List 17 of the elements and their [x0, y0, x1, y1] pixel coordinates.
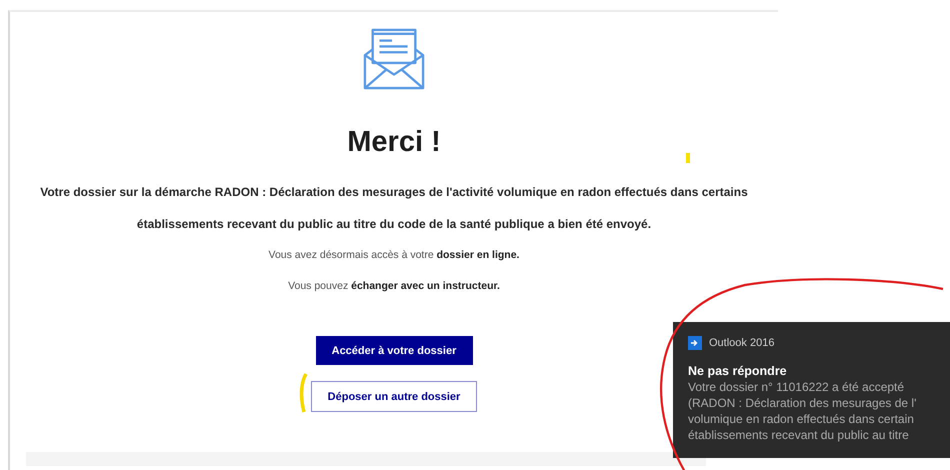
highlighter-mark	[298, 372, 308, 414]
confirmation-message: Votre dossier sur la démarche RADON : Déclaration des mesurages de l'activité volumique en radon effectués dans certains établissements recevant du public au titre du code de la santé publique a bien été envoyé.	[39, 184, 749, 233]
highlighter-mark	[686, 153, 690, 163]
notification-text: Votre dossier n° 11016222 a été accepté	[688, 379, 906, 395]
info-text: Vous pouvez échanger avec un instructeur.	[288, 279, 500, 294]
notification-toast[interactable]: Outlook 2016 Ne pas répondre Votre dossier n° 11016222 a été accepté (RADON : Déclaration des mesurages de l' volumique en radon effectués dans certain établissements recevant du public au titre	[673, 322, 950, 458]
notification-text: volumique en radon effectués dans certain	[688, 411, 915, 427]
notification-text: établissements recevant du public au titre	[688, 427, 910, 443]
access-file-button[interactable]: Accéder à votre dossier	[316, 336, 472, 365]
envelope-icon	[363, 28, 425, 92]
notification-app-name: Outlook 2016	[709, 337, 774, 349]
notification-text: (RADON : Déclaration des mesurages de l'	[688, 395, 918, 411]
info-text: Vous avez désormais accès à votre dossier en ligne.	[268, 248, 520, 263]
app-icon	[688, 336, 702, 350]
submit-another-button[interactable]: Déposer un autre dossier	[311, 381, 477, 412]
notification-sender: Ne pas répondre	[688, 364, 788, 379]
page-title: Merci !	[347, 126, 441, 158]
